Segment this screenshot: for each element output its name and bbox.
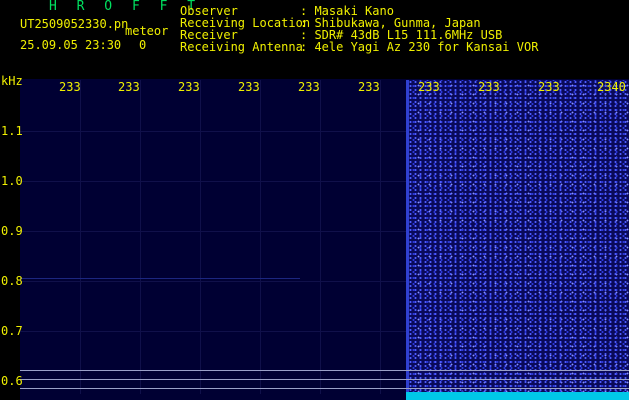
- y-tick: 1.0: [1, 174, 23, 188]
- grid-line: [380, 80, 381, 400]
- y-tick: 0.7: [1, 324, 23, 338]
- x-tick: 233: [238, 80, 260, 94]
- date-time: 25.09.05 23:30: [20, 38, 122, 52]
- detection-label: meteor: [125, 24, 169, 38]
- noise-burst-edge: [406, 80, 409, 394]
- noise-burst: [408, 80, 629, 394]
- x-tick: 233: [178, 80, 200, 94]
- file-name: UT2509052330.pn: [20, 17, 129, 31]
- x-tick: 233: [538, 80, 560, 94]
- reference-line: [20, 379, 629, 380]
- antenna-value: : 4ele Yagi Az 230 for Kansai VOR: [300, 40, 539, 54]
- x-tick: 233: [59, 80, 81, 94]
- info-values: : Masaki Kano : Shibukawa, Gunma, Japan …: [300, 5, 538, 53]
- signal-trace: [20, 278, 300, 279]
- grid-line: [80, 80, 81, 400]
- grid-line: [260, 80, 261, 400]
- y-axis-unit: kHz: [1, 74, 23, 88]
- y-tick: 0.9: [1, 224, 23, 238]
- y-tick: 0.8: [1, 274, 23, 288]
- y-tick: 0.6: [1, 374, 23, 388]
- x-tick: 233: [358, 80, 380, 94]
- x-tick: 233: [118, 80, 140, 94]
- x-tick: 233: [418, 80, 440, 94]
- reference-line: [20, 370, 629, 371]
- meteor-count: 0: [139, 38, 147, 52]
- spectrum-floor-burst: [406, 392, 629, 400]
- reference-line: [20, 388, 629, 389]
- grid-line: [200, 80, 201, 400]
- x-tick: 2340: [597, 80, 626, 94]
- antenna-label: Receiving Antenna: [180, 40, 303, 54]
- grid-line: [320, 80, 321, 400]
- y-tick: 1.1: [1, 124, 23, 138]
- grid-line: [140, 80, 141, 400]
- info-labels: Observer Receiving Location Receiver Rec…: [180, 5, 310, 53]
- x-tick: 233: [478, 80, 500, 94]
- hrofft-screen: H R O F F T UT2509052330.pn meteor 25.09…: [0, 0, 629, 400]
- app-title: H R O F F T: [49, 0, 202, 14]
- x-tick: 233: [298, 80, 320, 94]
